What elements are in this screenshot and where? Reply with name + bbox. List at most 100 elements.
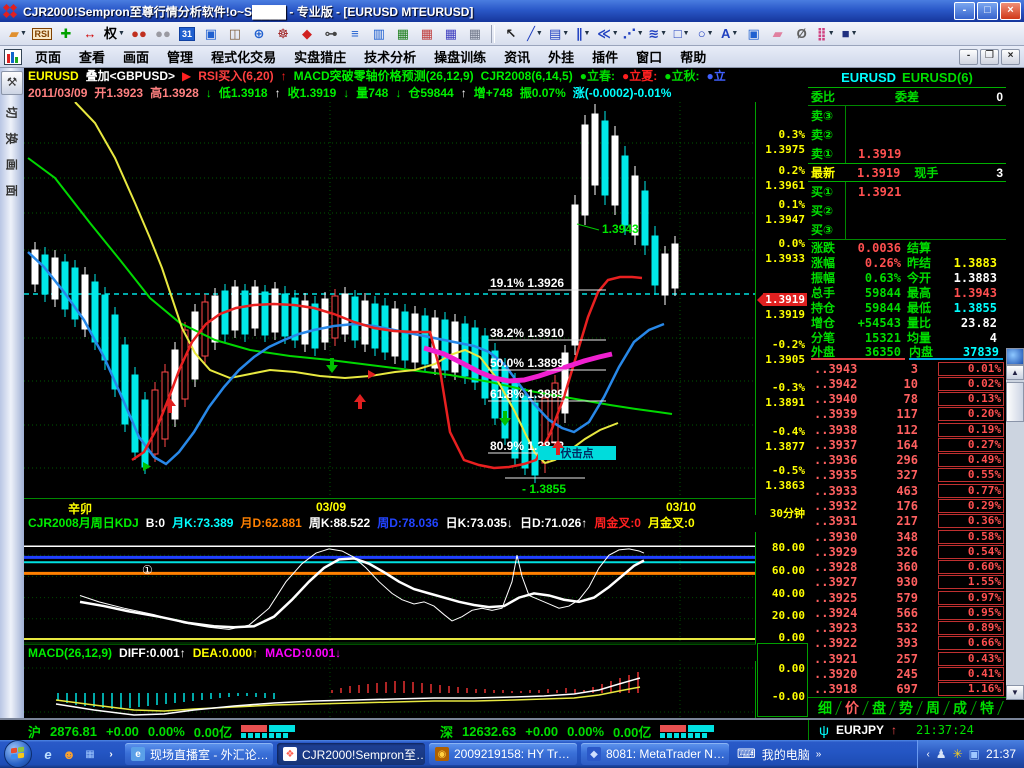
scroll-up-button[interactable]: ▲ (1006, 365, 1024, 380)
kdj-indicator-chart[interactable]: ① (24, 532, 755, 644)
menu-item-画面[interactable]: 画面 (114, 45, 158, 68)
mdi-minimize-button[interactable]: - (959, 48, 978, 65)
rect-tool-icon[interactable]: □ ▼ (670, 23, 694, 45)
menu-item-外挂[interactable]: 外挂 (539, 45, 583, 68)
search-quote-icon[interactable]: ⊕ (247, 23, 271, 45)
taskbar-task-button[interactable]: ❖ CJR2000!Sempron至… (277, 743, 425, 765)
candlestick-chart[interactable]: 19.1% 1.3926 38.2% 1.3910 50.0% 1.3899 61.8… (24, 102, 755, 498)
rights-adjust-icon[interactable]: 权 ▼ (102, 23, 127, 45)
chart-window-icon-1[interactable]: ▦ (391, 23, 415, 45)
pointer-tool-icon[interactable]: ↖ (499, 23, 523, 45)
menu-item-管理[interactable]: 管理 (158, 45, 202, 68)
bid-row: 买① 1.3921 (808, 182, 1006, 201)
open-page-icon[interactable]: ▰ ▼ (6, 23, 30, 45)
panel-tab-价[interactable]: 价 (839, 698, 865, 718)
save-layout-icon[interactable]: ■ ▼ (838, 23, 862, 45)
scrollbar-thumb[interactable] (1006, 382, 1024, 422)
macd-token: DEA:0.000↑ (192, 646, 259, 660)
maximize-button[interactable]: □ (977, 2, 998, 20)
panel-tab-成[interactable]: 成 (947, 698, 973, 718)
menu-item-查看[interactable]: 查看 (70, 45, 114, 68)
copy-tool-icon[interactable]: ▣ (742, 23, 766, 45)
hatch-tool-icon[interactable]: ≋ ▼ (646, 23, 670, 45)
lock-tool-icon[interactable]: Ø (790, 23, 814, 45)
text-tool-icon[interactable]: A ▼ (718, 23, 742, 45)
layout-rows-icon[interactable]: ≡ (343, 23, 367, 45)
desktop-quicklaunch-icon[interactable]: ▦ (82, 746, 98, 762)
trading-app-window: CJR2000!Sempron至尊行情分析软件!o~S████ - 专业版 - … (0, 0, 1024, 768)
menu-item-资讯[interactable]: 资讯 (495, 45, 539, 68)
taskbar-task-button[interactable]: e 现场直播室 - 外汇论… (125, 743, 273, 765)
tools-hammer-icon[interactable]: ⚒ (1, 71, 23, 95)
panel-tab-周[interactable]: 周 (920, 698, 946, 718)
indicator-token: CJR2008(6,14,5) (480, 69, 573, 83)
menu-item-页面[interactable]: 页面 (26, 45, 70, 68)
taskbar-task-button[interactable]: ◆ 8081: MetaTrader N… (581, 743, 729, 765)
keyboard-icon[interactable]: ⌨ (737, 746, 756, 762)
web-palette-icon[interactable]: ☸ (271, 23, 295, 45)
tray-alert-icon[interactable]: ✳ (953, 747, 963, 761)
move-cross-icon[interactable]: ✚ (54, 23, 78, 45)
panel-tab-盘[interactable]: 盘 (866, 698, 892, 718)
palette-colors-icon[interactable]: ⣿ ▼ (814, 23, 838, 45)
scroll-down-button[interactable]: ▼ (1006, 685, 1024, 700)
channel-tool-icon[interactable]: ⋰ ▼ (621, 23, 646, 45)
mdi-close-button[interactable]: × (1001, 48, 1020, 65)
mt-icon: ◆ (587, 747, 601, 761)
axis-pct-label: -0.5% (771, 464, 805, 477)
menu-item-技术分析[interactable]: 技术分析 (355, 45, 425, 68)
kdj-axis-tick: 40.00 (771, 587, 805, 600)
plugin-plug-icon[interactable]: ⊶ (319, 23, 343, 45)
start-button[interactable] (4, 740, 32, 768)
alert-bell-icon[interactable]: ◆ (295, 23, 319, 45)
ie-quicklaunch-icon[interactable]: e (40, 746, 56, 762)
close-button[interactable]: × (1000, 2, 1021, 20)
tray-user-icon[interactable]: ♟ (936, 747, 947, 761)
trendline-tool-icon[interactable]: ╱ ▼ (523, 23, 547, 45)
weicha-value: 0 (996, 89, 1003, 104)
panel-tab-势[interactable]: 势 (893, 698, 919, 718)
macd-token: DIFF:0.001↑ (119, 646, 186, 660)
macd-indicator-chart[interactable] (24, 660, 755, 718)
symbol-code: EURUSD (841, 70, 897, 85)
menu-item-操盘训练[interactable]: 操盘训练 (425, 45, 495, 68)
signal-lights-icon[interactable]: ●● (127, 23, 151, 45)
gray-lights-icon[interactable]: ●● (151, 23, 175, 45)
menu-item-插件[interactable]: 插件 (583, 45, 627, 68)
vlines-tool-icon[interactable]: ∥ ▼ (571, 23, 595, 45)
bid-row: 买③ (808, 220, 1006, 239)
toolbar-chevron-icon[interactable]: » (816, 749, 822, 760)
rsi-indicator-icon[interactable]: RSI (30, 23, 54, 45)
chart-window-icon-4[interactable]: ▦ (463, 23, 487, 45)
hlines-tool-icon[interactable]: ▤ ▼ (547, 23, 571, 45)
mdi-restore-button[interactable]: ❐ (980, 48, 999, 65)
fan-lines-tool-icon[interactable]: ≪ ▼ (595, 23, 621, 45)
messenger-quicklaunch-icon[interactable]: ☻ (61, 746, 77, 762)
menu-item-实盘猎庄[interactable]: 实盘猎庄 (285, 45, 355, 68)
ohlc-token: 增+748 (473, 86, 513, 100)
taskbar-clock[interactable]: 21:37 (986, 747, 1016, 761)
ellipse-tool-icon[interactable]: ○ ▼ (694, 23, 718, 45)
quicklaunch-chevron-icon[interactable]: › (103, 746, 119, 762)
chart-window-icon-2[interactable]: ▦ (415, 23, 439, 45)
system-tray: ‹ ♟ ✳ ▣ 21:37 (917, 740, 1024, 768)
menu-item-窗口[interactable]: 窗口 (627, 45, 671, 68)
report-copy-icon[interactable]: ▣ (199, 23, 223, 45)
menu-item-程式化交易[interactable]: 程式化交易 (202, 45, 285, 68)
my-computer-label[interactable]: 我的电脑 (762, 746, 810, 763)
chart-window-icon-3[interactable]: ▦ (439, 23, 463, 45)
calendar-icon[interactable]: 31 (175, 23, 199, 45)
globe-icon[interactable] (1006, 348, 1024, 365)
scale-arrows-icon[interactable]: ↔ (78, 23, 102, 45)
taskbar-task-button[interactable]: ◉ 2009219158: HY Tr… (429, 743, 577, 765)
menu-item-帮助[interactable]: 帮助 (671, 45, 715, 68)
layout-columns-icon[interactable]: ▥ (367, 23, 391, 45)
tray-collapse-icon[interactable]: ‹ (926, 749, 929, 760)
panel-tab-细[interactable]: 细 (812, 698, 838, 718)
tray-network-icon[interactable]: ▣ (969, 747, 980, 761)
book-icon[interactable]: ◫ (223, 23, 247, 45)
title-bar[interactable]: CJR2000!Sempron至尊行情分析软件!o~S████ - 专业版 - … (0, 0, 1024, 22)
panel-tab-特[interactable]: 特 (974, 698, 1000, 718)
minimize-button[interactable]: - (954, 2, 975, 20)
eraser-tool-icon[interactable]: ▰ (766, 23, 790, 45)
